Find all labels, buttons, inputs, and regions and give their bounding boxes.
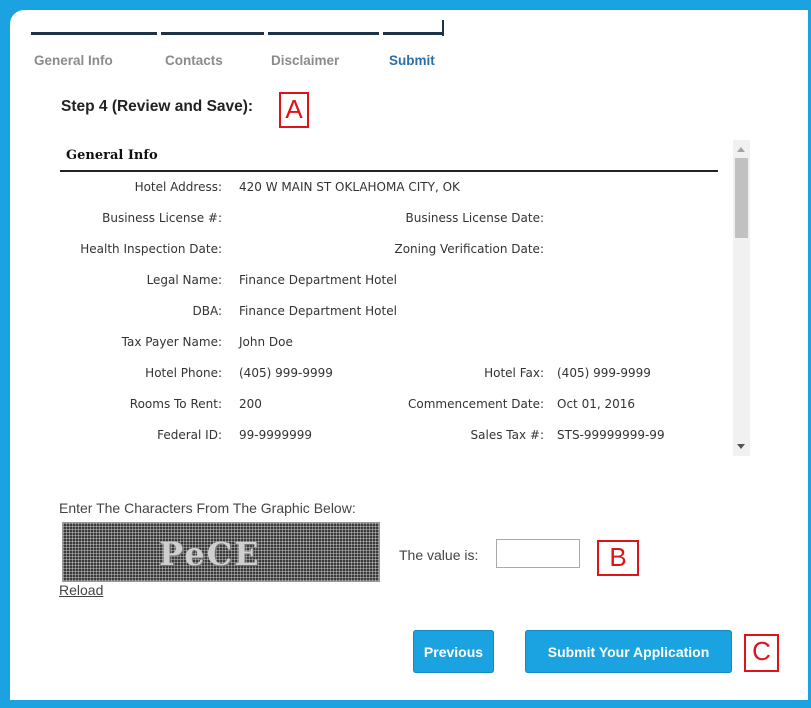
tab-progress-submit [383, 32, 444, 35]
field-label: Business License #: [102, 211, 222, 225]
captcha-graphic-text: PeCE [159, 535, 261, 573]
field-value: John Doe [239, 335, 293, 349]
page-title: Step 4 (Review and Save): [61, 98, 254, 115]
tab-contacts[interactable]: Contacts [165, 53, 223, 68]
field-value: Finance Department Hotel [239, 304, 397, 318]
field-label: Hotel Address: [134, 180, 222, 194]
review-row: DBA: Finance Department Hotel [58, 304, 728, 324]
field-label: Hotel Fax: [484, 366, 544, 380]
review-row: Hotel Address: 420 W MAIN ST OKLAHOMA CI… [58, 180, 728, 200]
annotation-marker-b: B [597, 540, 639, 576]
field-label: Tax Payer Name: [121, 335, 222, 349]
tab-progress-general [31, 32, 157, 35]
review-row: Health Inspection Date: Zoning Verificat… [58, 242, 728, 262]
field-value: 99-9999999 [239, 428, 313, 442]
scroll-up-arrow-icon[interactable] [737, 147, 745, 152]
review-row: Hotel Phone: (405) 999-9999 Hotel Fax: (… [58, 366, 728, 386]
review-row: Rooms To Rent: 200 Commencement Date: Oc… [58, 397, 728, 417]
field-value: (405) 999-9999 [557, 366, 651, 380]
field-label: Federal ID: [157, 428, 222, 442]
field-value: STS-99999999-99 [557, 428, 665, 442]
previous-button[interactable]: Previous [413, 630, 494, 673]
field-label: Zoning Verification Date: [394, 242, 544, 256]
field-label: Rooms To Rent: [129, 397, 222, 411]
field-label: DBA: [192, 304, 222, 318]
submit-application-button[interactable]: Submit Your Application [525, 630, 732, 673]
section-title: General Info [66, 148, 158, 163]
tab-submit[interactable]: Submit [389, 53, 435, 68]
review-row: Legal Name: Finance Department Hotel [58, 273, 728, 293]
field-value: Finance Department Hotel [239, 273, 397, 287]
review-row: Tax Payer Name: John Doe [58, 335, 728, 355]
captcha-instruction: Enter The Characters From The Graphic Be… [59, 500, 356, 516]
tab-progress-disclaimer [268, 32, 379, 35]
field-label: Business License Date: [405, 211, 544, 225]
section-divider [60, 170, 718, 172]
field-label: Hotel Phone: [145, 366, 222, 380]
tab-progress-end [442, 20, 444, 36]
field-label: Legal Name: [146, 273, 222, 287]
field-label: Health Inspection Date: [80, 242, 222, 256]
captcha-value-input[interactable] [496, 539, 580, 568]
field-value: Oct 01, 2016 [557, 397, 635, 411]
captcha-image: PeCE [62, 522, 380, 582]
tab-general-info[interactable]: General Info [34, 53, 113, 68]
field-value: (405) 999-9999 [239, 366, 333, 380]
field-label: Commencement Date: [408, 397, 544, 411]
review-scrollbar[interactable] [733, 140, 750, 456]
review-row: Federal ID: 99-9999999 Sales Tax #: STS-… [58, 428, 728, 448]
field-value: 200 [239, 397, 262, 411]
wizard-tabs: General Info Contacts Disclaimer Submit [0, 0, 811, 80]
annotation-marker-a: A [279, 92, 309, 128]
scroll-thumb[interactable] [735, 158, 748, 238]
captcha-reload-link[interactable]: Reload [59, 582, 103, 598]
field-label: Sales Tax #: [470, 428, 544, 442]
review-row: Business License #: Business License Dat… [58, 211, 728, 231]
annotation-marker-c: C [744, 634, 779, 672]
tab-progress-contacts [161, 32, 264, 35]
review-panel: General Info Hotel Address: 420 W MAIN S… [58, 140, 751, 456]
tab-disclaimer[interactable]: Disclaimer [271, 53, 339, 68]
field-value: 420 W MAIN ST OKLAHOMA CITY, OK [239, 180, 460, 194]
scroll-down-arrow-icon[interactable] [737, 444, 745, 449]
captcha-value-label: The value is: [399, 547, 479, 563]
